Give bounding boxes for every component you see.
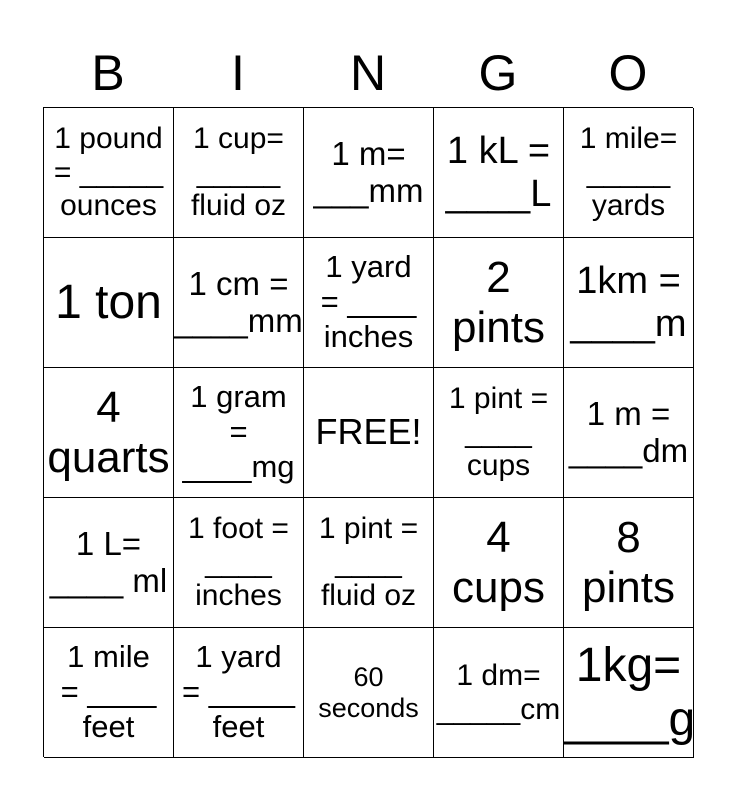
cell-line: 60 [353,662,384,693]
cell-line: ____mg [182,448,295,484]
bingo-cell[interactable]: 1 dm= _____cm [434,628,564,758]
cell-line: 1 dm= [456,658,541,692]
cell-line: ____ ml [49,561,168,599]
bingo-cell[interactable]: 1 m= ___mm [304,108,434,238]
cell-line: 1 mile [67,639,150,675]
header-letter-g: G [478,45,518,101]
cell-line: 4 [96,383,121,433]
free-space-label: FREE! [315,411,422,453]
bingo-cell[interactable]: 2 pints [434,238,564,368]
bingo-cell[interactable]: 60 seconds [304,628,434,758]
cell-line: pints [582,562,675,612]
bingo-cell[interactable]: 1 cup= _____ fluid oz [174,108,304,238]
bingo-cell[interactable]: 4 quarts [44,368,174,498]
bingo-cell[interactable]: 1 mile = ____ feet [44,628,174,758]
cell-line: 1 foot = [188,512,289,546]
cell-line: 1 mile= [579,122,678,156]
bingo-cell[interactable]: 1 gram = ____mg [174,368,304,498]
cell-line: fluid oz [190,189,287,223]
bingo-cell[interactable]: 1 mile= _____ yards [564,108,694,238]
header-letter-b: B [91,45,125,101]
cell-line: 1 m = [586,394,671,432]
cell-line: seconds [318,692,419,723]
cell-line: = [229,414,248,450]
cell-line: = ____ [60,674,157,710]
cell-line: cups [466,449,531,483]
cell-line: 1 kL = [446,129,551,172]
cell-line: ____m [570,302,687,345]
bingo-cell[interactable]: 1km = ____m [564,238,694,368]
bingo-cell[interactable]: 8 pints [564,498,694,628]
cell-line: 1 pint = [318,512,419,546]
cell-line: = ____ [320,284,417,320]
bingo-cell[interactable]: 1 pint = ____ cups [434,368,564,498]
cell-line: 1 cup= [193,122,284,156]
bingo-cell[interactable]: 1 ton [44,238,174,368]
header-letter-i: I [231,45,245,101]
bingo-cell[interactable]: 1 cm = ____mm [174,238,304,368]
cell-line: ____L [445,172,552,215]
header-letter-o: O [608,45,648,101]
cell-line: 8 [616,513,641,563]
header-letter-n: N [349,45,387,101]
cell-line: inches [195,579,282,613]
cell-line: 1 gram [190,379,287,415]
bingo-cell[interactable]: 1 m = ____dm [564,368,694,498]
cell-line: _____cm [436,692,561,726]
cell-line: 1 m= [331,134,406,172]
bingo-cell[interactable]: 1 yard = _____ feet [174,628,304,758]
cell-line: = _____ [182,674,295,710]
cell-line: ___mm [313,171,424,209]
cell-line: ____mm [174,301,303,339]
bingo-cell[interactable]: 1 pound = _____ ounces [44,108,174,238]
cell-line: pints [452,302,545,352]
bingo-cell[interactable]: 1 kL = ____L [434,108,564,238]
cell-line: ____g [564,692,694,746]
cell-line: = _____ [53,155,164,189]
cell-line: ____ [465,415,532,449]
cell-line: ____ [205,545,272,579]
cell-line: 1 pound [54,122,163,156]
cell-line: quarts [47,432,170,482]
cell-line: 1km = [576,259,681,302]
cell-line: feet [82,708,135,744]
cell-line: cups [452,562,545,612]
bingo-cell[interactable]: 1 pint = ____ fluid oz [304,498,434,628]
cell-line: _____ [586,155,671,189]
cell-line: fluid oz [320,579,417,613]
cell-line: feet [212,708,265,744]
bingo-cell[interactable]: 1kg= ____g [564,628,694,758]
cell-line: ____dm [568,431,689,469]
cell-line: 1 cm = [188,264,289,302]
cell-line: _____ [196,155,281,189]
cell-line: 2 [486,253,511,303]
free-space-cell[interactable]: FREE! [304,368,434,498]
cell-line: yards [591,189,666,223]
cell-line: 1 yard [195,639,282,675]
cell-line: 1 pint = [448,382,549,416]
bingo-cell[interactable]: 1 foot = ____ inches [174,498,304,628]
cell-line: ____ [335,545,402,579]
cell-line: inches [323,318,414,354]
cell-line: 1 ton [55,275,162,329]
cell-line: 4 [486,513,511,563]
bingo-card-grid: 1 pound = _____ ounces 1 cup= _____ flui… [43,107,694,758]
cell-line: ounces [60,189,157,223]
cell-line: 1 yard [325,249,412,285]
bingo-cell[interactable]: 1 yard = ____ inches [304,238,434,368]
bingo-cell[interactable]: 1 L= ____ ml [44,498,174,628]
cell-line: 1kg= [575,638,682,692]
bingo-cell[interactable]: 4 cups [434,498,564,628]
cell-line: 1 L= [75,524,142,562]
bingo-header: B I N G O [43,40,693,106]
